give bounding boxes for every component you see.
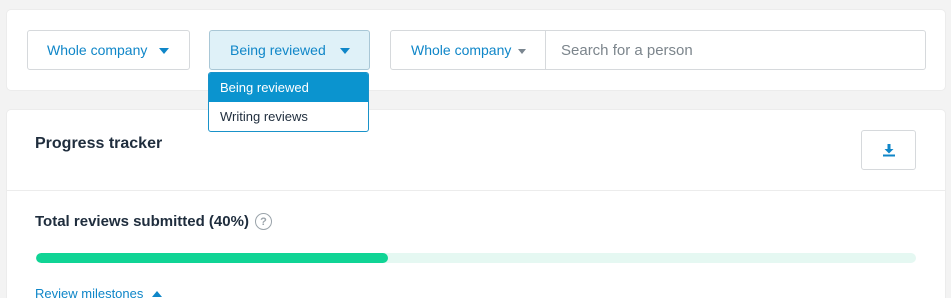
caret-up-icon (152, 290, 163, 297)
divider (7, 190, 945, 191)
search-scope-select[interactable]: Whole company (391, 31, 546, 69)
person-search: Whole company (390, 30, 926, 70)
progress-bar (36, 253, 916, 263)
total-reviews-label: Total reviews submitted (40%) (35, 213, 249, 230)
status-dropdown-menu: Being reviewed Writing reviews (208, 72, 369, 132)
review-milestones-label: Review milestones (35, 286, 144, 298)
progress-bar-fill (36, 253, 388, 263)
caret-down-icon (340, 48, 350, 54)
help-icon[interactable]: ? (254, 213, 272, 230)
dropdown-option-writing-reviews[interactable]: Writing reviews (209, 102, 368, 131)
scope-filter-button[interactable]: Whole company (27, 30, 190, 70)
search-scope-label: Whole company (411, 42, 512, 58)
caret-down-icon (159, 48, 169, 54)
progress-tracker-card: Progress tracker Total reviews submitted… (7, 110, 945, 298)
caret-down-icon (518, 49, 526, 54)
dropdown-option-being-reviewed[interactable]: Being reviewed (209, 73, 368, 102)
total-reviews-heading: Total reviews submitted (40%) ? (35, 213, 272, 230)
status-filter-label: Being reviewed (230, 42, 326, 58)
download-icon (882, 144, 895, 157)
status-filter-button[interactable]: Being reviewed (209, 30, 370, 70)
search-input[interactable] (546, 31, 925, 69)
card-title: Progress tracker (35, 135, 163, 152)
review-milestones-toggle[interactable]: Review milestones (35, 286, 163, 298)
scope-filter-label: Whole company (47, 42, 148, 58)
download-button[interactable] (861, 130, 916, 170)
filter-bar: Whole company Being reviewed Whole compa… (7, 10, 945, 90)
